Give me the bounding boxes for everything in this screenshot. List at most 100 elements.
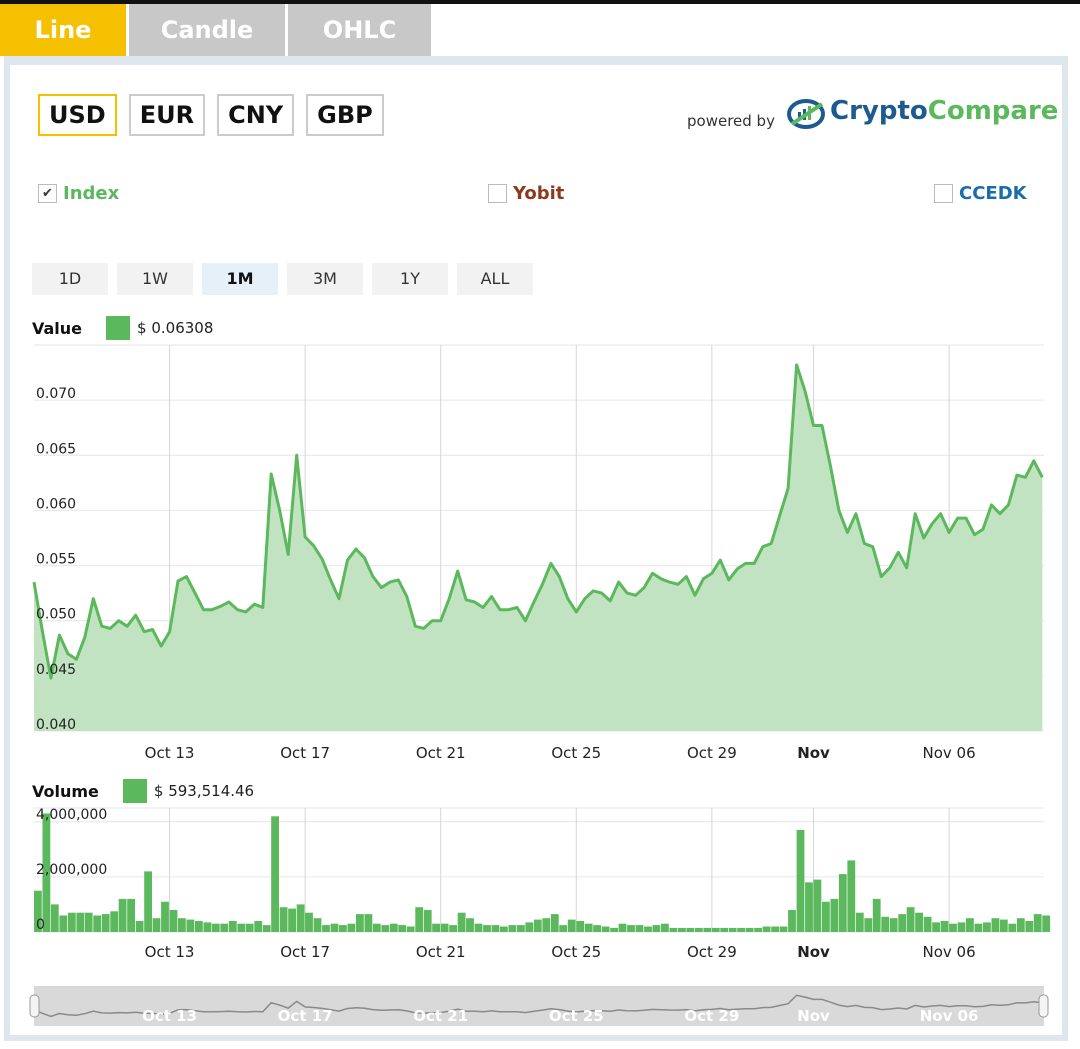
volume-bar bbox=[406, 926, 415, 932]
value-y-tick-label: 0.055 bbox=[36, 552, 76, 568]
volume-bar bbox=[855, 912, 864, 932]
volume-bar bbox=[364, 914, 373, 932]
value-y-tick-label: 0.050 bbox=[36, 607, 76, 623]
volume-bar bbox=[915, 912, 923, 932]
volume-bar bbox=[423, 910, 432, 932]
volume-bar bbox=[949, 923, 957, 932]
volume-bar bbox=[262, 925, 271, 932]
volume-bar bbox=[542, 918, 551, 932]
volume-bar bbox=[694, 927, 703, 932]
volume-bar bbox=[711, 927, 720, 932]
volume-bar bbox=[491, 925, 500, 932]
volume-y-tick-label: 4,000,000 bbox=[36, 807, 107, 823]
volume-bar bbox=[84, 912, 93, 932]
volume-bar bbox=[644, 926, 652, 932]
volume-bar bbox=[67, 912, 76, 932]
volume-bar bbox=[1025, 921, 1034, 932]
navigator-tick-label: Oct 29 bbox=[684, 1007, 739, 1025]
volume-bar bbox=[228, 921, 237, 932]
volume-bar bbox=[635, 925, 644, 932]
volume-bar bbox=[237, 923, 246, 932]
volume-bar bbox=[720, 927, 729, 932]
volume-bar bbox=[330, 923, 339, 932]
volume-bar bbox=[279, 907, 288, 932]
value-x-tick-label: Oct 29 bbox=[687, 744, 737, 762]
volume-bar bbox=[127, 898, 135, 932]
volume-bar bbox=[940, 921, 949, 932]
volume-bar bbox=[152, 918, 161, 932]
volume-x-tick-label: Oct 25 bbox=[551, 943, 601, 961]
volume-bar bbox=[737, 927, 746, 932]
volume-bar bbox=[76, 912, 85, 932]
volume-bar bbox=[576, 921, 585, 932]
volume-bar bbox=[957, 922, 966, 932]
chart-canvas: 0.040 0.045 0.050 0.055 0.060 0.065 0.070 Oct 1… bbox=[29, 344, 1051, 1025]
volume-x-tick-label: Nov 06 bbox=[923, 943, 976, 961]
volume-bar bbox=[466, 918, 474, 932]
navigator-tick-label: Nov 06 bbox=[920, 1007, 979, 1025]
volume-bar bbox=[771, 926, 779, 932]
volume-bar bbox=[601, 926, 610, 932]
volume-y-tick-label: 0 bbox=[36, 917, 45, 933]
volume-bar bbox=[245, 923, 254, 932]
volume-bar bbox=[991, 918, 1000, 932]
value-y-tick-label: 0.060 bbox=[36, 496, 76, 512]
value-x-tick-label: Nov 06 bbox=[923, 744, 976, 762]
volume-bar bbox=[474, 923, 483, 932]
volume-bar bbox=[813, 879, 822, 932]
volume-bar bbox=[728, 927, 737, 932]
volume-bar bbox=[999, 919, 1008, 932]
volume-bar bbox=[847, 860, 856, 932]
volume-bar bbox=[550, 914, 559, 932]
volume-bar bbox=[161, 901, 169, 932]
volume-bar bbox=[440, 923, 449, 932]
volume-bar bbox=[1016, 918, 1025, 932]
navigator-left-handle[interactable] bbox=[29, 994, 40, 1018]
volume-bar bbox=[906, 907, 915, 932]
volume-bar bbox=[271, 816, 279, 932]
volume-x-tick-label: Oct 13 bbox=[145, 943, 195, 961]
volume-bar bbox=[432, 923, 440, 932]
volume-bar bbox=[186, 919, 195, 932]
volume-bar bbox=[110, 911, 119, 932]
value-x-tick-label: Oct 13 bbox=[145, 744, 195, 762]
volume-bar bbox=[500, 926, 508, 932]
navigator-right-handle[interactable] bbox=[1038, 994, 1049, 1018]
volume-bar bbox=[830, 898, 839, 932]
navigator-tick-label: Oct 17 bbox=[278, 1007, 333, 1025]
volume-bar bbox=[559, 925, 568, 932]
volume-bar bbox=[135, 921, 144, 932]
volume-bar bbox=[339, 925, 347, 932]
value-y-tick-label: 0.045 bbox=[36, 662, 76, 678]
volume-bar bbox=[872, 898, 881, 932]
volume-bar bbox=[203, 922, 212, 932]
value-y-tick-label: 0.070 bbox=[36, 386, 76, 402]
volume-bar bbox=[525, 922, 534, 932]
volume-bar bbox=[627, 925, 635, 932]
volume-bar bbox=[381, 925, 390, 932]
volume-bar bbox=[1042, 915, 1051, 932]
volume-bar bbox=[483, 925, 491, 932]
volume-bar bbox=[754, 927, 762, 932]
volume-bar bbox=[93, 915, 102, 932]
volume-bar bbox=[669, 927, 678, 932]
volume-bar bbox=[762, 926, 771, 932]
volume-bar bbox=[347, 923, 356, 932]
volume-bar bbox=[678, 927, 686, 932]
volume-bar bbox=[398, 925, 407, 932]
volume-x-tick-label: Oct 29 bbox=[687, 943, 737, 961]
volume-bar bbox=[932, 922, 940, 932]
volume-bar bbox=[966, 918, 974, 932]
volume-x-tick-label: Nov bbox=[797, 943, 830, 961]
volume-bar bbox=[593, 925, 601, 932]
value-area-fill bbox=[34, 364, 1043, 731]
volume-bar bbox=[356, 914, 364, 932]
volume-bar bbox=[796, 830, 805, 932]
volume-bar bbox=[449, 925, 457, 932]
volume-bar bbox=[745, 927, 754, 932]
volume-bar bbox=[974, 923, 983, 932]
navigator-tick-label: Nov bbox=[797, 1007, 830, 1025]
navigator-tick-label: Oct 21 bbox=[413, 1007, 468, 1025]
value-x-tick-label: Oct 17 bbox=[280, 744, 330, 762]
volume-bar bbox=[415, 907, 424, 932]
